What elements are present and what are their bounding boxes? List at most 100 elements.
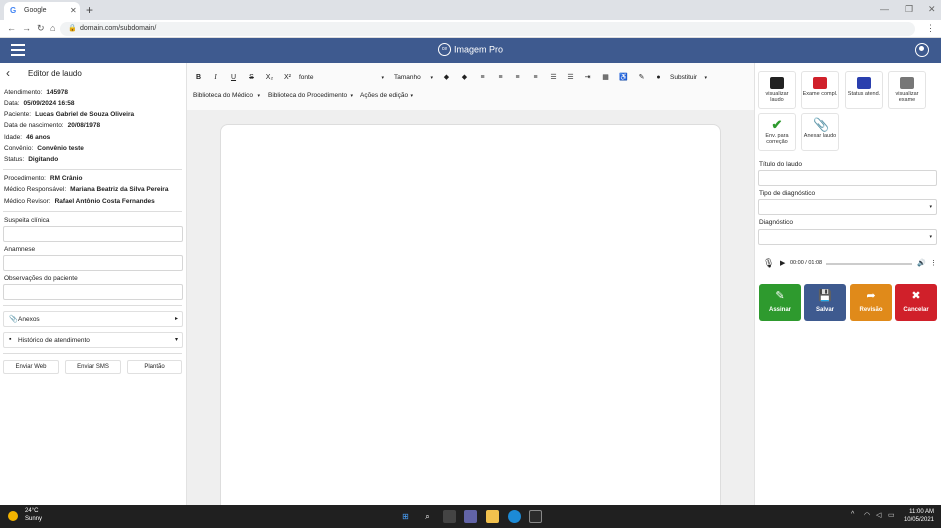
exame-compl-button[interactable]: Exame compl. bbox=[801, 71, 839, 109]
report-document-page[interactable] bbox=[220, 124, 721, 514]
play-icon[interactable]: ▶ bbox=[780, 259, 785, 267]
clock-time: 11:00 AM bbox=[909, 509, 934, 515]
bullet-list-icon[interactable]: ☰ bbox=[548, 72, 559, 83]
align-left-icon[interactable]: ≡ bbox=[477, 72, 488, 83]
url-field[interactable]: 🔒 domain.com/subdomain/ bbox=[60, 22, 915, 36]
user-avatar-icon[interactable] bbox=[915, 43, 929, 57]
biblioteca-procedimento-select[interactable]: Biblioteca do Procedimento ▾ bbox=[268, 90, 356, 102]
system-clock[interactable]: 11:00 AM 10/05/2021 bbox=[900, 508, 934, 524]
diagnostico-select[interactable]: ▾ bbox=[758, 229, 937, 245]
env-correcao-button[interactable]: ✔ Env. para correção bbox=[758, 113, 796, 151]
close-tab-icon[interactable]: ✕ bbox=[70, 6, 77, 15]
microphone-icon[interactable]: ● bbox=[653, 72, 664, 83]
replace-select[interactable]: Substituir ▾ bbox=[670, 72, 710, 84]
enviar-web-button[interactable]: Enviar Web bbox=[3, 360, 59, 374]
cancelar-button[interactable]: ✖ Cancelar bbox=[895, 284, 937, 321]
cancel-document-icon: ✖ bbox=[911, 290, 921, 302]
info-medico-responsavel: Médico Responsável: Mariana Beatriz da Si… bbox=[4, 186, 169, 193]
history-icon: ▪ bbox=[9, 336, 12, 343]
highlight-icon[interactable]: ◆ bbox=[459, 72, 470, 83]
plantao-button[interactable]: Plantão bbox=[127, 360, 182, 374]
anamnese-input[interactable] bbox=[3, 255, 183, 271]
revisao-button[interactable]: ➦ Revisão bbox=[850, 284, 892, 321]
titulo-input[interactable] bbox=[758, 170, 937, 186]
status-atend-button[interactable]: Status atend. bbox=[845, 71, 883, 109]
size-select[interactable]: Tamanho ▾ bbox=[394, 72, 436, 84]
browser-menu-icon[interactable]: ⋮ bbox=[926, 23, 935, 34]
historico-accordion[interactable]: ▪ Histórico de atendimento ▾ bbox=[3, 332, 183, 348]
table-icon[interactable]: ▦ bbox=[600, 72, 611, 83]
wifi-icon[interactable]: ◠ bbox=[864, 511, 870, 519]
forward-arrow-icon: ➦ bbox=[866, 290, 876, 302]
numbered-list-icon[interactable]: ☰ bbox=[565, 72, 576, 83]
xray-icon bbox=[900, 77, 914, 89]
superscript-icon[interactable]: X² bbox=[282, 72, 293, 83]
maximize-button[interactable]: ❐ bbox=[905, 4, 913, 15]
chevron-up-icon[interactable]: ^ bbox=[851, 511, 854, 518]
browser-tab-bar bbox=[0, 0, 941, 20]
align-right-icon[interactable]: ≡ bbox=[512, 72, 523, 83]
hamburger-menu-icon[interactable] bbox=[11, 44, 25, 56]
audio-time: 00:00 / 01:08 bbox=[790, 260, 823, 266]
app-logo: ce Imagem Pro bbox=[438, 43, 503, 57]
edge-browser-icon[interactable] bbox=[508, 510, 521, 523]
microphone-icon[interactable]: 🎙 bbox=[763, 258, 774, 269]
diagnostico-label: Diagnóstico bbox=[759, 219, 793, 226]
weather-condition: Sunny bbox=[25, 516, 43, 522]
volume-icon[interactable]: 🔊 bbox=[917, 259, 926, 267]
battery-icon[interactable]: ▭ bbox=[888, 511, 895, 519]
italic-icon[interactable]: I bbox=[210, 72, 221, 83]
underline-icon[interactable]: U bbox=[228, 72, 239, 83]
browser-tab[interactable]: G Google ✕ bbox=[4, 2, 80, 20]
visualizar-exame-button[interactable]: visualizar exame bbox=[888, 71, 926, 109]
reload-icon[interactable]: ↻ bbox=[37, 23, 45, 34]
biblioteca-medico-select[interactable]: Biblioteca do Médico ▾ bbox=[193, 90, 263, 102]
minimize-button[interactable]: — bbox=[880, 4, 889, 14]
home-icon[interactable]: ⌂ bbox=[50, 23, 55, 33]
status-grid-icon bbox=[857, 77, 871, 89]
more-options-icon[interactable]: ⋮ bbox=[930, 259, 937, 267]
suspeita-input[interactable] bbox=[3, 226, 183, 242]
tipo-diagnostico-select[interactable]: ▾ bbox=[758, 199, 937, 215]
suspeita-label: Suspeita clínica bbox=[4, 217, 50, 224]
anexar-laudo-button[interactable]: 📎 Anexar laudo bbox=[801, 113, 839, 151]
divider bbox=[3, 211, 182, 212]
signature-icon[interactable]: ✎ bbox=[636, 72, 647, 83]
close-window-button[interactable]: ✕ bbox=[928, 4, 936, 15]
titulo-label: Título do laudo bbox=[759, 161, 803, 168]
subscript-icon[interactable]: X₂ bbox=[264, 72, 275, 83]
new-tab-button[interactable]: + bbox=[86, 3, 93, 17]
justify-icon[interactable]: ≡ bbox=[530, 72, 541, 83]
align-center-icon[interactable]: ≡ bbox=[495, 72, 506, 83]
teams-icon[interactable] bbox=[464, 510, 477, 523]
indent-icon[interactable]: ⇥ bbox=[582, 72, 593, 83]
file-explorer-icon[interactable] bbox=[486, 510, 499, 523]
visualizar-laudo-button[interactable]: visualizar laudo bbox=[758, 71, 796, 109]
enviar-sms-button[interactable]: Enviar SMS bbox=[65, 360, 121, 374]
search-icon[interactable]: ⌕ bbox=[421, 510, 434, 523]
anexos-accordion[interactable]: 📎 Anexos ▸ bbox=[3, 311, 183, 327]
salvar-button[interactable]: 💾 Salvar bbox=[804, 284, 846, 321]
bold-icon[interactable]: B bbox=[193, 72, 204, 83]
accessibility-icon[interactable]: ♿ bbox=[618, 72, 629, 83]
text-color-icon[interactable]: ◆ bbox=[441, 72, 452, 83]
acoes-edicao-select[interactable]: Ações de edição ▾ bbox=[360, 90, 416, 102]
document-search-icon bbox=[770, 77, 784, 89]
divider bbox=[3, 353, 182, 354]
address-bar: ← → ↻ ⌂ 🔒 domain.com/subdomain/ ⋮ bbox=[0, 20, 941, 38]
audio-progress-bar[interactable] bbox=[826, 263, 912, 265]
font-select[interactable]: fonte ▾ bbox=[299, 72, 387, 84]
windows-start-icon[interactable]: ⊞ bbox=[399, 510, 412, 523]
store-icon[interactable] bbox=[529, 510, 542, 523]
back-icon[interactable]: ← bbox=[7, 23, 16, 33]
back-arrow-icon[interactable]: ‹ bbox=[6, 66, 10, 80]
task-view-icon[interactable] bbox=[443, 510, 456, 523]
google-icon: G bbox=[10, 6, 17, 15]
tipo-diagnostico-label: Tipo de diagnóstico bbox=[759, 190, 816, 197]
assinar-button[interactable]: ✎ Assinar bbox=[759, 284, 801, 321]
strikethrough-icon[interactable]: S bbox=[246, 72, 257, 83]
observacoes-input[interactable] bbox=[3, 284, 183, 300]
volume-icon[interactable]: ◁ bbox=[876, 511, 881, 519]
forward-icon[interactable]: → bbox=[22, 23, 31, 33]
paperclip-icon: 📎 bbox=[9, 316, 18, 323]
